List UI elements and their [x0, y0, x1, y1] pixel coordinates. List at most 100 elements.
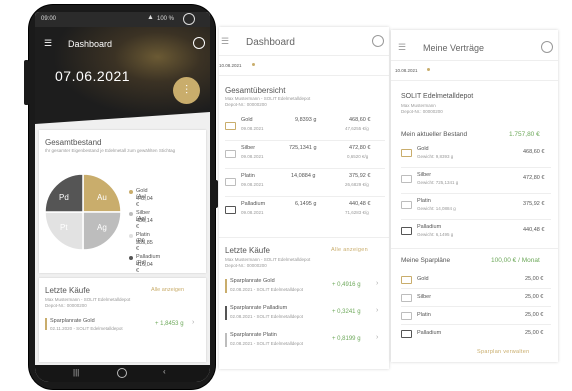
sparplan-verwalten-link[interactable]: Sparplan verwalten [477, 349, 529, 355]
purchase-row[interactable]: Sparplanrate Palladium 02.08.2021 - SOLI… [225, 303, 383, 323]
sparplan-row-silver[interactable]: Silber 25,00 € [401, 289, 551, 307]
silver-bar-icon [401, 175, 412, 183]
purchase-row[interactable]: Sparplanrate Gold 02.11.2020 - SOLIT Ede… [45, 316, 200, 334]
purchase-name: Sparplanrate Gold [230, 278, 275, 284]
depot-owner: Max Mustermann - SOLIT Edelmetalldepot [225, 257, 311, 262]
metal-price: 47,6255 €/g [345, 126, 369, 131]
metal-date: 09.08.2021 [241, 126, 264, 131]
profile-icon[interactable] [541, 41, 553, 53]
platinum-bar-icon [401, 201, 412, 209]
vertraege-screen: ☰ Meine Verträge 10.08.2021 SOLIT Edelme… [391, 30, 558, 362]
letzte-kaeufe-card: Letzte Käufe Alle anzeigen Max Musterman… [39, 278, 206, 362]
home-icon[interactable] [117, 368, 127, 378]
legend-value: 385,85 € [136, 240, 153, 252]
depot-owner: Max Mustermann - SOLIT Edelmetalldepot [225, 96, 311, 101]
metal-row-palladium[interactable]: Palladium 09.08.2021 6,1495 g 440,48 € 7… [225, 198, 385, 224]
menu-icon[interactable]: ☰ [44, 38, 52, 49]
signal-icon: ▲ [147, 14, 154, 21]
depot-number: Depot-Nr.: 00000200 [45, 303, 87, 308]
metal-value: 468,60 € [349, 117, 371, 123]
depot-number: Depot-Nr.: 00000200 [401, 109, 443, 114]
phone-screen: 09:00 ▲ 100 % ☰ Dashboard 07.06.2021 ⫶ G… [35, 12, 210, 382]
metal-row-platinum[interactable]: Platin 09.08.2021 14,0884 g 375,92 € 26,… [225, 170, 385, 197]
profile-icon[interactable] [193, 37, 205, 49]
bestand-row-silver[interactable]: Silber Gewicht: 725,1341 g 472,80 € [401, 169, 551, 194]
metal-name: Palladium [241, 201, 266, 207]
chevron-right-icon: › [376, 307, 379, 314]
purchase-meta: 02.08.2021 - SOLIT Edelmetalldepot [230, 314, 303, 319]
purchase-amount: + 0,8199 g [332, 336, 361, 342]
menu-icon[interactable]: ☰ [221, 36, 229, 47]
filter-icon[interactable]: ⫶ [173, 77, 200, 104]
bestand-row-gold[interactable]: Gold Gewicht: 9,8393 g 468,60 € [401, 143, 551, 168]
chevron-right-icon: › [376, 280, 379, 287]
pie-label-pt: Pt [60, 223, 68, 232]
metal-row-gold[interactable]: Gold 09.08.2021 9,8393 g 468,60 € 47,625… [225, 114, 385, 141]
metal-accent-bar [225, 333, 227, 347]
phone-power-button [214, 180, 218, 208]
profile-icon[interactable] [372, 35, 384, 47]
metal-grams: 6,1495 g [295, 201, 317, 207]
bestand-row-platinum[interactable]: Platin Gewicht: 14,0884 g 375,92 € [401, 195, 551, 220]
purchase-amount: + 1,8453 g [155, 321, 184, 327]
sparplan-row-gold[interactable]: Gold 25,00 € [401, 271, 551, 289]
bestand-total: 1.757,80 € [509, 131, 540, 138]
purchase-meta: 02.08.2021 - SOLIT Edelmetalldepot [230, 341, 303, 346]
purchase-amount: + 0,3241 g [332, 309, 361, 315]
metal-name: Platin [241, 173, 255, 179]
purchase-meta: 02.08.2021 - SOLIT Edelmetalldepot [230, 287, 303, 292]
sparplan-row-palladium[interactable]: Palladium 25,00 € [401, 325, 551, 342]
dashboard-screen: ☰ Dashboard 10.08.2021 Gesamtübersicht M… [219, 27, 389, 369]
metal-name: Silber [241, 145, 256, 151]
purchase-name: Sparplanrate Gold [50, 318, 95, 324]
metal-date: 09.08.2021 [241, 182, 264, 187]
purchase-row[interactable]: Sparplanrate Platin 02.08.2021 - SOLIT E… [225, 330, 383, 350]
letzte-kaeufe-title: Letzte Käufe [45, 286, 90, 295]
sparplan-row-platinum[interactable]: Platin 25,00 € [401, 307, 551, 325]
metal-name: Gold [417, 146, 429, 152]
metal-row-silver[interactable]: Silber 09.08.2021 725,1341 g 472,80 € 0,… [225, 142, 385, 169]
sparplaene-title: Meine Sparpläne [401, 257, 451, 264]
divider [219, 55, 389, 56]
purchase-name: Sparplanrate Platin [230, 332, 277, 338]
bestand-title: Mein aktueller Bestand [401, 131, 468, 138]
menu-icon[interactable]: ☰ [398, 42, 406, 53]
metal-price: 71,6283 €/g [345, 210, 369, 215]
purchase-row[interactable]: Sparplanrate Gold 02.08.2021 - SOLIT Ede… [225, 276, 383, 296]
header-title: Dashboard [246, 37, 295, 48]
palladium-bar-icon [401, 330, 412, 338]
metal-accent-bar [225, 279, 227, 293]
depot-title: SOLIT Edelmetalldepot [401, 93, 474, 100]
legend-value: 442,04 € [136, 196, 153, 208]
legend-value: 480,14 € [136, 218, 153, 230]
depot-owner: Max Mustermann - SOLIT Edelmetalldepot [45, 297, 131, 302]
bestand-row-palladium[interactable]: Palladium Gewicht: 6,1495 g 440,48 € [401, 221, 551, 245]
sparplan-name: Platin [417, 312, 431, 318]
metal-accent-bar [225, 306, 227, 320]
alle-anzeigen-link[interactable]: Alle anzeigen [331, 247, 368, 253]
sparplan-value: 25,00 € [525, 330, 544, 336]
date-display: 10.08.2021 [395, 68, 418, 73]
metal-value: 472,80 € [349, 145, 371, 151]
metal-price: 26,6829 €/g [345, 182, 369, 187]
palladium-bar-icon [401, 227, 412, 235]
legend-value: 416,04 € [136, 262, 153, 274]
pie-label-pd: Pd [59, 193, 69, 202]
portfolio-pie-chart: Au Pd Pt Ag [44, 173, 122, 251]
recent-apps-icon[interactable]: ||| [73, 368, 79, 377]
gesamtuebersicht-section: Gesamtübersicht Max Mustermann - SOLIT E… [219, 75, 389, 231]
phone-volume-button [24, 60, 29, 105]
legend-dot [129, 190, 133, 194]
silver-bar-icon [225, 150, 236, 158]
alle-anzeigen-link[interactable]: Alle anzeigen [151, 287, 184, 293]
header-title: Dashboard [68, 39, 113, 49]
metal-weight: Gewicht: 6,1495 g [417, 232, 454, 237]
sparplaene-total: 100,00 € / Monat [491, 257, 540, 264]
depot-number: Depot-Nr.: 00000200 [225, 102, 267, 107]
purchase-name: Sparplanrate Palladium [230, 305, 288, 311]
platinum-bar-icon [401, 312, 412, 320]
metal-weight: Gewicht: 9,8393 g [417, 154, 454, 159]
back-icon[interactable]: ‹ [163, 367, 166, 376]
legend-dot [129, 256, 133, 260]
gold-bar-icon [401, 149, 412, 157]
